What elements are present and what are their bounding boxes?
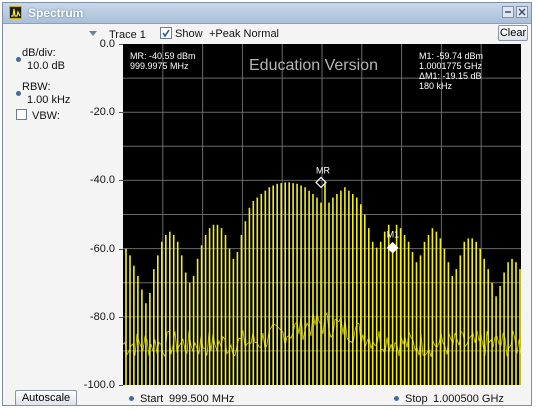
mr-readout-level: MR: -40.59 dBm [130, 51, 196, 61]
education-version-watermark: Education Version [249, 57, 378, 74]
y-tick-label: -100.0 [83, 379, 115, 391]
delta-readout-level: ΔM1: -19.15 dB [419, 71, 482, 81]
spectrum-window: Spectrum Trace 1 Show +Peak Normal Clear… [2, 2, 532, 406]
stop-label: Stop [405, 393, 428, 405]
window-title: Spectrum [28, 6, 84, 20]
spectrum-plot[interactable]: MR M1 Education Version MR: -40.59 dBm 99… [123, 44, 521, 385]
rbw-label: RBW: [22, 81, 51, 93]
m1-readout: M1: -59.74 dBm 1.0001775 GHz ΔM1: -19.15… [419, 51, 483, 91]
y-tick-label: -60.0 [89, 242, 115, 255]
detector-mode-label[interactable]: +Peak Normal [209, 28, 279, 40]
vbw-checkbox[interactable] [16, 109, 27, 120]
y-tick-label: 0.0 [99, 38, 115, 50]
minimize-button[interactable] [502, 6, 514, 18]
delta-readout-freq: 180 kHz [419, 81, 453, 91]
m1-readout-freq: 1.0001775 GHz [419, 61, 483, 71]
rbw-value[interactable]: 1.00 kHz [27, 94, 70, 106]
db-div-label: dB/div: [22, 47, 56, 59]
spectrum-app-icon [9, 6, 22, 19]
y-tick-label: -40.0 [89, 174, 115, 187]
start-spinner-icon[interactable] [129, 396, 134, 401]
db-div-value[interactable]: 10.0 dB [27, 60, 65, 72]
clear-button[interactable]: Clear [498, 25, 528, 41]
m1-marker-label: M1 [387, 230, 400, 240]
rbw-spinner-icon[interactable] [16, 91, 21, 96]
start-frequency-value[interactable]: 999.500 MHz [169, 393, 234, 405]
stop-frequency-value[interactable]: 1.000500 GHz [433, 393, 504, 405]
m1-readout-level: M1: -59.74 dBm [419, 51, 484, 61]
y-tick-mark [119, 385, 123, 386]
show-checkbox[interactable] [160, 27, 172, 39]
stop-spinner-icon[interactable] [394, 396, 399, 401]
mr-marker-label: MR [316, 165, 330, 175]
vbw-label: VBW: [32, 110, 60, 122]
start-label: Start [140, 393, 164, 405]
y-tick-label: -20.0 [89, 106, 115, 119]
spectrum-plot-canvas: MR M1 [123, 44, 521, 385]
y-tick-label: -80.0 [89, 310, 115, 323]
autoscale-button[interactable]: Autoscale [15, 390, 77, 406]
title-bar[interactable]: Spectrum [3, 3, 531, 24]
mr-readout-freq: 999.9975 MHz [130, 61, 189, 71]
show-label: Show [175, 28, 203, 40]
mr-readout: MR: -40.59 dBm 999.9975 MHz [130, 51, 196, 71]
close-button[interactable] [516, 6, 528, 18]
trace-dropdown-arrow-icon[interactable] [89, 31, 97, 36]
db-div-spinner-icon[interactable] [16, 57, 21, 62]
